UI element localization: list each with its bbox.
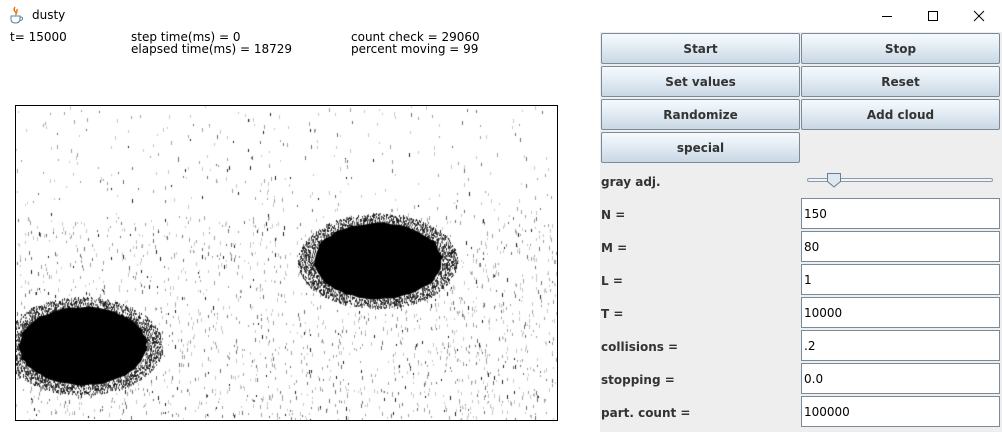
java-app-icon [8,6,24,24]
elapsed-time-readout: elapsed time(ms) = 18729 [131,42,293,56]
close-icon[interactable] [956,0,1002,32]
special-button[interactable]: special [601,132,800,163]
randomize-button[interactable]: Randomize [601,99,800,130]
simulation-canvas[interactable] [15,105,558,421]
time-step-readout: t= 15000 [10,30,67,44]
n-field[interactable] [801,198,1000,229]
slider-thumb[interactable] [826,172,842,188]
param-label-part-count: part. count = [601,406,691,420]
gray-adj-label: gray adj. [601,175,661,189]
param-label-l: L = [601,274,623,288]
particle-field [16,106,557,420]
stop-button[interactable]: Stop [801,33,1000,64]
reset-button[interactable]: Reset [801,66,1000,97]
stopping-field[interactable] [801,363,1000,394]
percent-moving-readout: percent moving = 99 [351,42,479,56]
collisions-field[interactable] [801,330,1000,361]
window-title: dusty [32,8,66,22]
param-label-m: M = [601,241,628,255]
t-field[interactable] [801,297,1000,328]
control-panel: Start Stop Set values Reset Randomize Ad… [600,32,1002,432]
param-label-n: N = [601,208,626,222]
gray-adj-slider[interactable] [807,171,993,189]
part-count-field[interactable] [801,396,1000,427]
set-values-button[interactable]: Set values [601,66,800,97]
add-cloud-button[interactable]: Add cloud [801,99,1000,130]
m-field[interactable] [801,231,1000,262]
title-bar[interactable]: dusty [0,0,1002,32]
param-label-collisions: collisions = [601,340,679,354]
maximize-icon[interactable] [910,0,956,32]
minimize-icon[interactable] [864,0,910,32]
param-label-stopping: stopping = [601,373,675,387]
l-field[interactable] [801,264,1000,295]
param-label-t: T = [601,307,624,321]
start-button[interactable]: Start [601,33,800,64]
